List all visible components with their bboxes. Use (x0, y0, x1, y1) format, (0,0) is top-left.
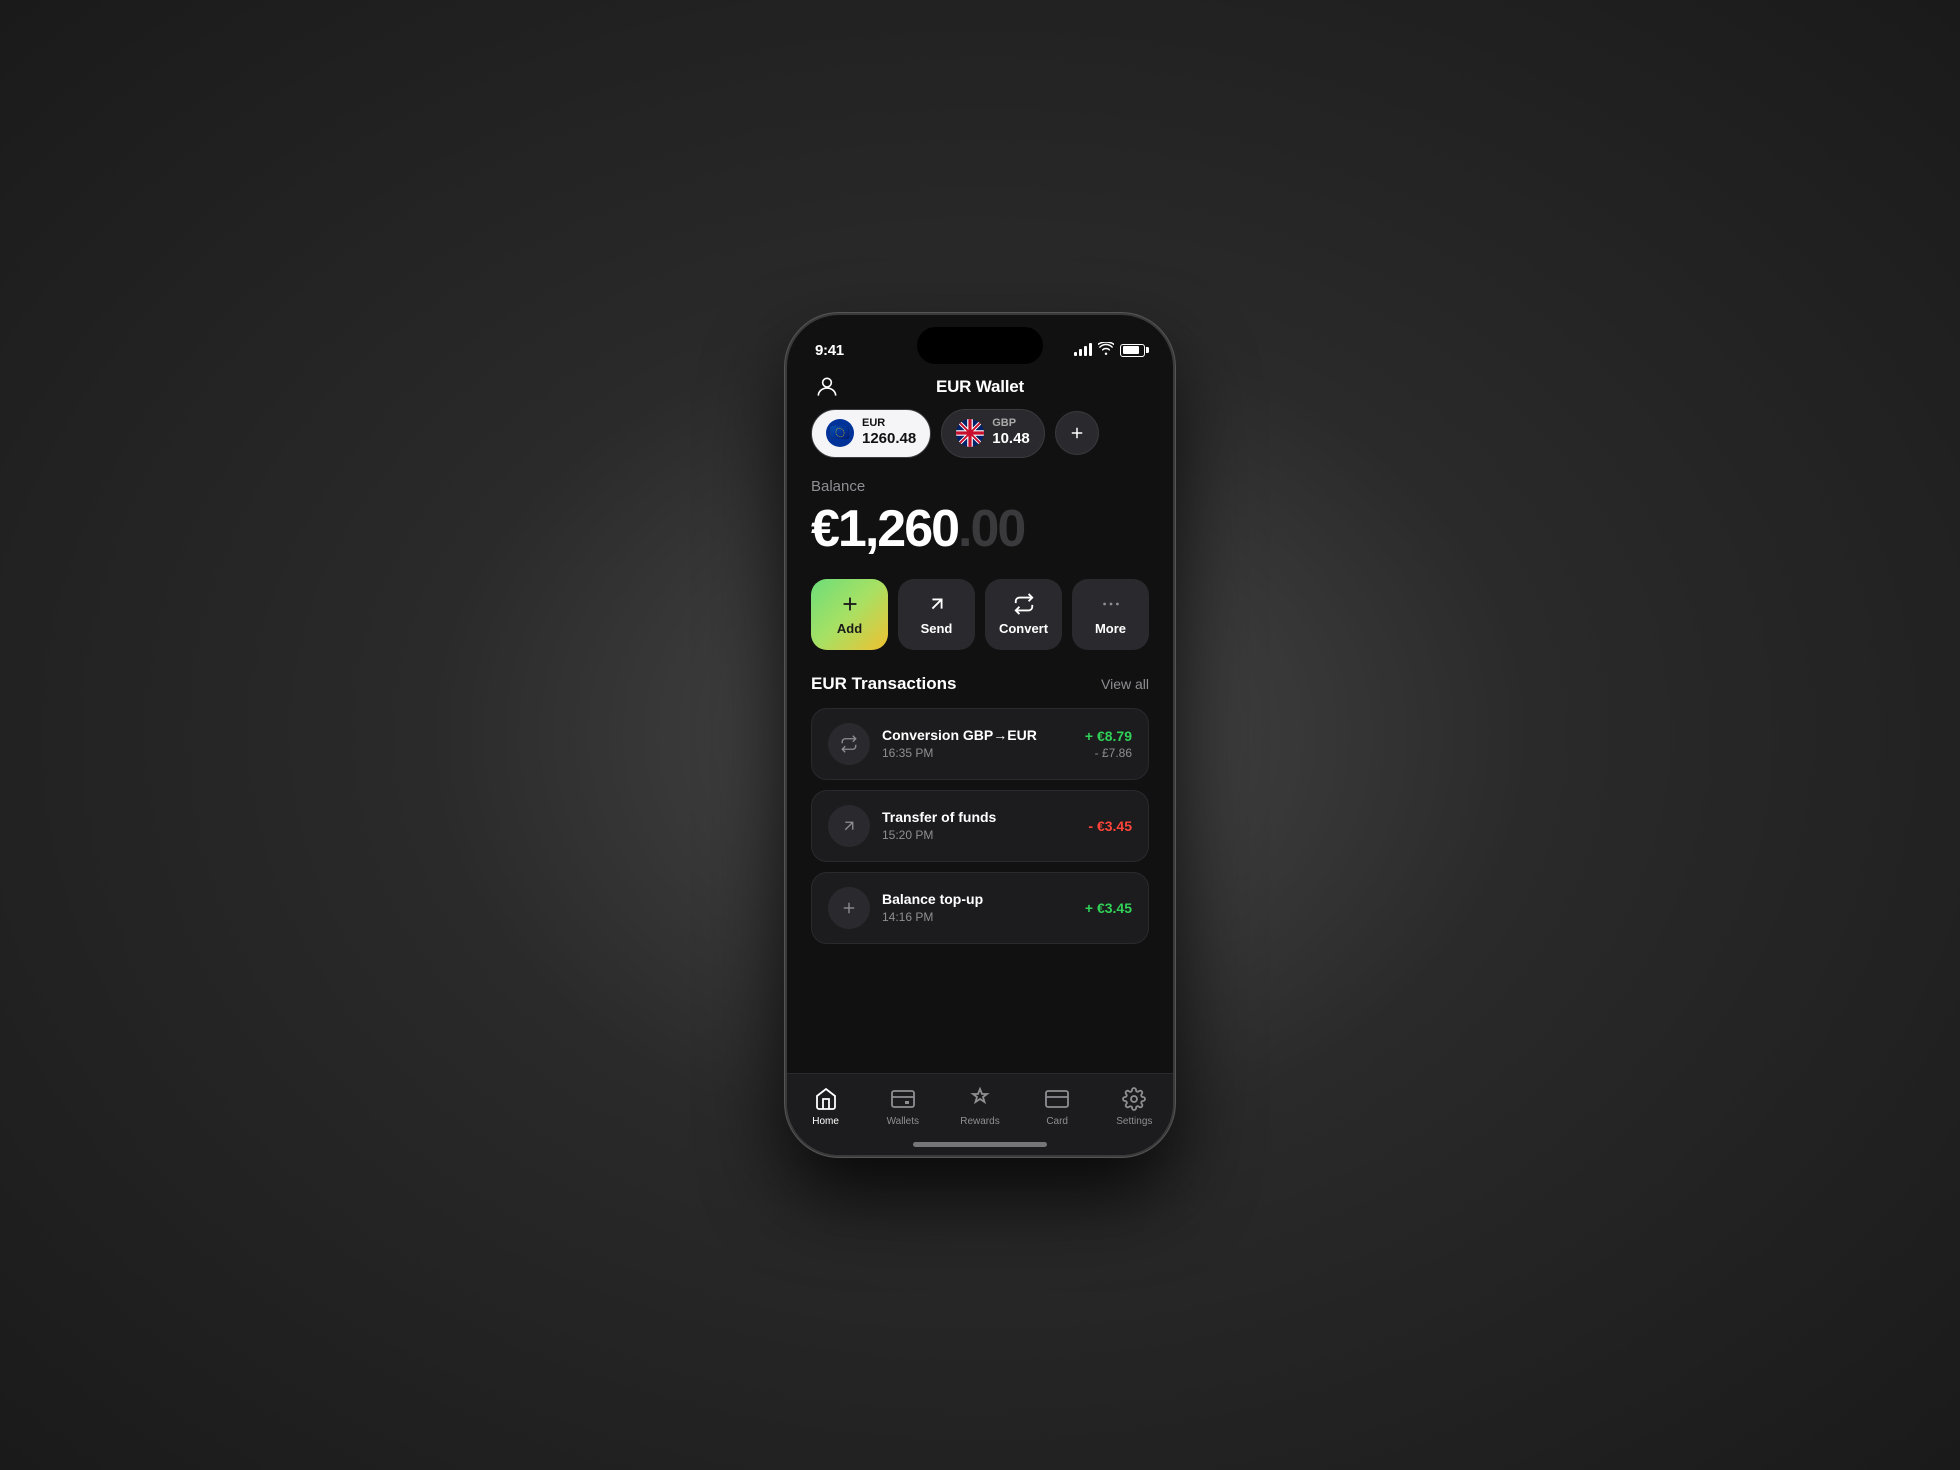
transaction-item-topup[interactable]: Balance top-up 14:16 PM + €3.45 (811, 872, 1149, 944)
gbp-currency-pill[interactable]: GBP 10.48 (941, 409, 1045, 458)
card-icon (1044, 1086, 1070, 1112)
conversion-icon (828, 723, 870, 765)
nav-home-label: Home (812, 1116, 839, 1127)
dynamic-island (917, 327, 1043, 364)
more-label: More (1095, 621, 1126, 636)
add-label: Add (837, 621, 862, 636)
transactions-title: EUR Transactions (811, 674, 957, 694)
settings-icon (1121, 1086, 1147, 1112)
transaction-time-conversion: 16:35 PM (882, 746, 1073, 760)
add-currency-button[interactable] (1055, 411, 1099, 455)
nav-settings[interactable]: Settings (1104, 1086, 1164, 1127)
balance-cents: .00 (958, 500, 1024, 558)
balance-section: Balance €1,260.00 (787, 478, 1173, 579)
transaction-name-conversion: Conversion GBP→EUR (882, 727, 1073, 743)
action-buttons: Add Send Convert More (787, 579, 1173, 674)
eur-amount: 1260.48 (862, 429, 916, 449)
eur-flag: 🇪🇺 (826, 419, 854, 447)
send-label: Send (921, 621, 953, 636)
nav-home[interactable]: Home (796, 1086, 856, 1127)
more-button[interactable]: More (1072, 579, 1149, 650)
profile-button[interactable] (811, 371, 843, 403)
transaction-time-transfer: 15:20 PM (882, 828, 1076, 842)
battery-icon (1120, 344, 1145, 357)
transactions-section: EUR Transactions View all Conversion GBP… (787, 674, 1173, 944)
nav-wallets[interactable]: Wallets (873, 1086, 933, 1127)
amount-primary-transfer: - €3.45 (1088, 818, 1132, 834)
transaction-item-transfer[interactable]: Transfer of funds 15:20 PM - €3.45 (811, 790, 1149, 862)
nav-rewards-label: Rewards (960, 1116, 999, 1127)
amount-primary-topup: + €3.45 (1085, 900, 1132, 916)
status-icons (1074, 342, 1145, 358)
view-all-button[interactable]: View all (1101, 676, 1149, 692)
topup-icon (828, 887, 870, 929)
header-title: EUR Wallet (936, 377, 1024, 397)
transaction-time-topup: 14:16 PM (882, 910, 1073, 924)
transactions-header: EUR Transactions View all (811, 674, 1149, 694)
transaction-name-topup: Balance top-up (882, 891, 1073, 907)
transaction-name-transfer: Transfer of funds (882, 809, 1076, 825)
wifi-icon (1098, 342, 1114, 358)
phone-screen: 9:41 (787, 315, 1173, 1155)
gbp-flag (956, 419, 984, 447)
gbp-code: GBP (992, 418, 1030, 429)
status-time: 9:41 (815, 342, 844, 359)
nav-wallets-label: Wallets (887, 1116, 919, 1127)
amount-secondary-conversion: - £7.86 (1085, 746, 1132, 760)
nav-card[interactable]: Card (1027, 1086, 1087, 1127)
nav-settings-label: Settings (1116, 1116, 1152, 1127)
home-indicator (913, 1142, 1047, 1147)
eur-currency-pill[interactable]: 🇪🇺 EUR 1260.48 (811, 409, 931, 458)
nav-rewards[interactable]: Rewards (950, 1086, 1010, 1127)
balance-label: Balance (811, 478, 1149, 495)
nav-card-label: Card (1046, 1116, 1068, 1127)
convert-button[interactable]: Convert (985, 579, 1062, 650)
convert-label: Convert (999, 621, 1048, 636)
gbp-amount: 10.48 (992, 429, 1030, 449)
balance-whole: €1,260 (811, 500, 958, 558)
eur-code: EUR (862, 418, 916, 429)
rewards-icon (967, 1086, 993, 1112)
amount-primary-conversion: + €8.79 (1085, 728, 1132, 744)
currency-selector: 🇪🇺 EUR 1260.48 (787, 409, 1173, 458)
send-button[interactable]: Send (898, 579, 975, 650)
add-button[interactable]: Add (811, 579, 888, 650)
phone-frame: 9:41 (785, 313, 1175, 1157)
header: EUR Wallet (787, 369, 1173, 409)
wallets-icon (890, 1086, 916, 1112)
transfer-icon (828, 805, 870, 847)
signal-icon (1074, 344, 1092, 356)
transaction-item-conversion[interactable]: Conversion GBP→EUR 16:35 PM + €8.79 - £7… (811, 708, 1149, 780)
home-icon (813, 1086, 839, 1112)
balance-amount: €1,260.00 (811, 499, 1149, 559)
